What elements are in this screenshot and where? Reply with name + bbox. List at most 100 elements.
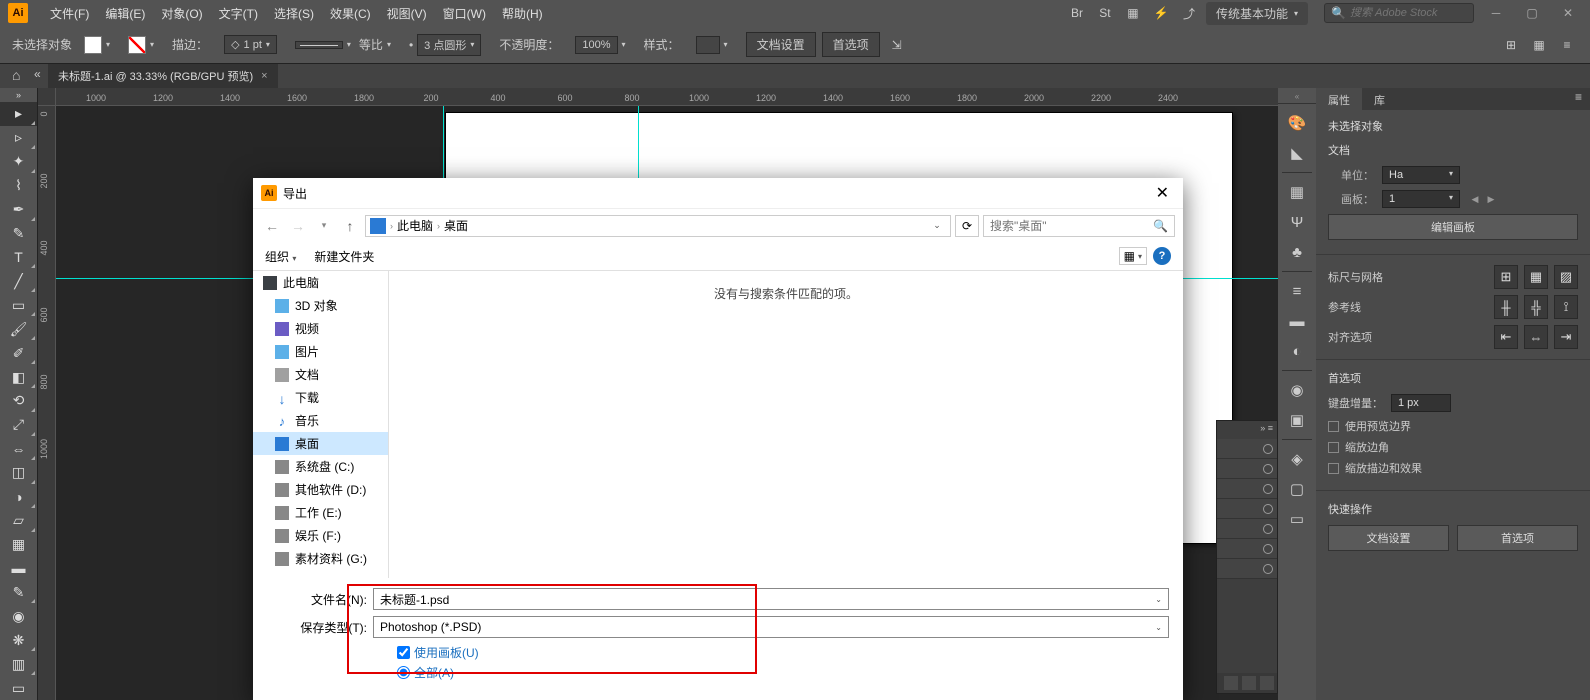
pen-tool[interactable]: ✒ <box>0 198 37 222</box>
prefs-button[interactable]: 首选项 <box>822 32 880 57</box>
rectangle-tool[interactable]: ▭ <box>0 293 37 317</box>
shape-builder-tool[interactable]: ◑ <box>0 485 37 509</box>
trash-icon[interactable] <box>1260 676 1274 690</box>
gradient-tool[interactable]: ▬ <box>0 556 37 580</box>
line-tool[interactable]: ╱ <box>0 269 37 293</box>
rocket-icon[interactable]: ⤴ <box>1178 2 1200 24</box>
scale-stroke-checkbox[interactable]: 缩放描边和效果 <box>1328 460 1578 476</box>
all-radio[interactable]: 全部(A) <box>267 664 1169 681</box>
bridge-icon[interactable]: Br <box>1066 2 1088 24</box>
symbol-sprayer-tool[interactable]: ❋ <box>0 628 37 652</box>
layer-row[interactable] <box>1217 519 1277 539</box>
menu-select[interactable]: 选择(S) <box>266 5 322 22</box>
tree-item[interactable]: 3D 对象 <box>253 294 388 317</box>
organize-dropdown[interactable]: 组织 ▾ <box>265 248 296 265</box>
stroke-type-dd[interactable] <box>295 41 343 49</box>
fill-swatch-group[interactable]: ▾ <box>84 36 110 54</box>
document-tab[interactable]: 未标题-1.ai @ 33.33% (RGB/GPU 预览) × <box>48 64 278 88</box>
expand-icon[interactable]: » ≡ <box>1260 423 1273 433</box>
next-artboard-icon[interactable]: ▶ <box>1484 192 1498 206</box>
rotate-tool[interactable]: ⟲ <box>0 389 37 413</box>
dialog-titlebar[interactable]: Ai 导出 ✕ <box>253 178 1183 208</box>
transparency-icon[interactable]: ◐ <box>1282 336 1312 366</box>
ruler-origin[interactable] <box>38 88 56 106</box>
asset-export-icon[interactable]: ▢ <box>1282 474 1312 504</box>
dialog-search-field[interactable]: 🔍 <box>983 215 1175 237</box>
layer-row[interactable] <box>1217 499 1277 519</box>
dialog-search-input[interactable] <box>990 219 1150 233</box>
graph-tool[interactable]: ▥ <box>0 652 37 676</box>
menu-icon[interactable]: ≡ <box>1556 34 1578 56</box>
lasso-tool[interactable]: ⌇ <box>0 174 37 198</box>
filename-input[interactable]: 未标题-1.psd⌄ <box>373 588 1169 610</box>
tree-item[interactable]: 此电脑 <box>253 271 388 294</box>
tab-properties[interactable]: 属性 <box>1316 88 1362 110</box>
guides-toggle[interactable]: ╫ <box>1494 295 1518 319</box>
menu-help[interactable]: 帮助(H) <box>494 5 551 22</box>
type-tool[interactable]: T <box>0 245 37 269</box>
home-icon[interactable]: ⌂ <box>12 67 20 83</box>
opacity-field[interactable]: 100% <box>575 36 617 54</box>
search-stock-field[interactable]: 🔍 <box>1324 3 1474 23</box>
snap-toggle[interactable]: ⟟ <box>1554 295 1578 319</box>
fill-swatch[interactable] <box>84 36 102 54</box>
layer-icon[interactable] <box>1224 676 1238 690</box>
tree-item[interactable]: 图片 <box>253 340 388 363</box>
new-layer-icon[interactable] <box>1242 676 1256 690</box>
tree-item[interactable]: 文档 <box>253 363 388 386</box>
workspace-dropdown[interactable]: 传统基本功能 ▾ <box>1206 2 1308 25</box>
close-button[interactable]: ✕ <box>1554 4 1582 22</box>
free-transform-tool[interactable]: ◫ <box>0 461 37 485</box>
grid-toggle[interactable]: ▦ <box>1524 265 1548 289</box>
layer-row[interactable] <box>1217 539 1277 559</box>
stroke-weight-field[interactable]: ◇1 pt▾ <box>224 35 277 54</box>
doc-setup-button[interactable]: 文档设置 <box>746 32 816 57</box>
minimize-button[interactable]: ─ <box>1482 4 1510 22</box>
symbols-icon[interactable]: ♣ <box>1282 237 1312 267</box>
appearance-icon[interactable]: ◉ <box>1282 375 1312 405</box>
use-preview-checkbox[interactable]: 使用预览边界 <box>1328 418 1578 434</box>
mesh-tool[interactable]: ▦ <box>0 533 37 557</box>
brush-dd[interactable]: 3 点圆形▾ <box>417 34 481 56</box>
artboard-select[interactable]: 1▾ <box>1382 190 1460 208</box>
breadcrumb-bar[interactable]: › 此电脑 › 桌面 ⌄ <box>365 215 951 237</box>
breadcrumb-dropdown-icon[interactable]: ⌄ <box>928 220 946 231</box>
maximize-button[interactable]: ▢ <box>1518 4 1546 22</box>
vertical-ruler[interactable]: 02004006008001000 <box>38 106 56 700</box>
menu-file[interactable]: 文件(F) <box>42 5 97 22</box>
layers-panel-icon[interactable]: ◈ <box>1282 444 1312 474</box>
file-list-area[interactable]: 没有与搜索条件匹配的项。 <box>389 271 1183 578</box>
quick-prefs-button[interactable]: 首选项 <box>1457 525 1578 551</box>
grid-icon[interactable]: ⊞ <box>1500 34 1522 56</box>
nav-back-button[interactable]: ← <box>261 218 283 234</box>
help-icon[interactable]: ? <box>1153 247 1171 265</box>
stroke-swatch-group[interactable]: ▾ <box>128 36 154 54</box>
panel-menu-icon[interactable]: ≡ <box>1567 88 1590 110</box>
menu-type[interactable]: 文字(T) <box>211 5 266 22</box>
eyedropper-tool[interactable]: ✎ <box>0 580 37 604</box>
expand-tools-icon[interactable]: » <box>0 88 37 102</box>
blend-tool[interactable]: ◉ <box>0 604 37 628</box>
menu-window[interactable]: 窗口(W) <box>435 5 494 22</box>
color-panel-icon[interactable]: 🎨 <box>1282 108 1312 138</box>
layer-row[interactable] <box>1217 439 1277 459</box>
stock-icon[interactable]: St <box>1094 2 1116 24</box>
paintbrush-tool[interactable]: 🖌 <box>0 317 37 341</box>
tree-item[interactable]: 桌面 <box>253 432 388 455</box>
tree-item[interactable]: ♪音乐 <box>253 409 388 432</box>
perspective-tool[interactable]: ▱ <box>0 509 37 533</box>
selection-tool[interactable]: ▸ <box>0 102 37 126</box>
tree-item[interactable]: 娱乐 (F:) <box>253 524 388 547</box>
color-guide-icon[interactable]: ◣ <box>1282 138 1312 168</box>
search-stock-input[interactable] <box>1350 7 1460 19</box>
smart-guides-toggle[interactable]: ╬ <box>1524 295 1548 319</box>
tree-item[interactable]: 系统盘 (C:) <box>253 455 388 478</box>
filetype-select[interactable]: Photoshop (*.PSD)⌄ <box>373 616 1169 638</box>
menu-object[interactable]: 对象(O) <box>153 5 210 22</box>
horizontal-ruler[interactable]: 1000120014001600180020040060080010001200… <box>56 88 1278 106</box>
tree-item[interactable]: 工作 (E:) <box>253 501 388 524</box>
new-folder-button[interactable]: 新建文件夹 <box>314 248 374 265</box>
graphic-styles-icon[interactable]: ▣ <box>1282 405 1312 435</box>
align-right-icon[interactable]: ⇥ <box>1554 325 1578 349</box>
folder-tree[interactable]: 此电脑3D 对象视频图片文档↓下载♪音乐桌面系统盘 (C:)其他软件 (D:)工… <box>253 271 389 578</box>
